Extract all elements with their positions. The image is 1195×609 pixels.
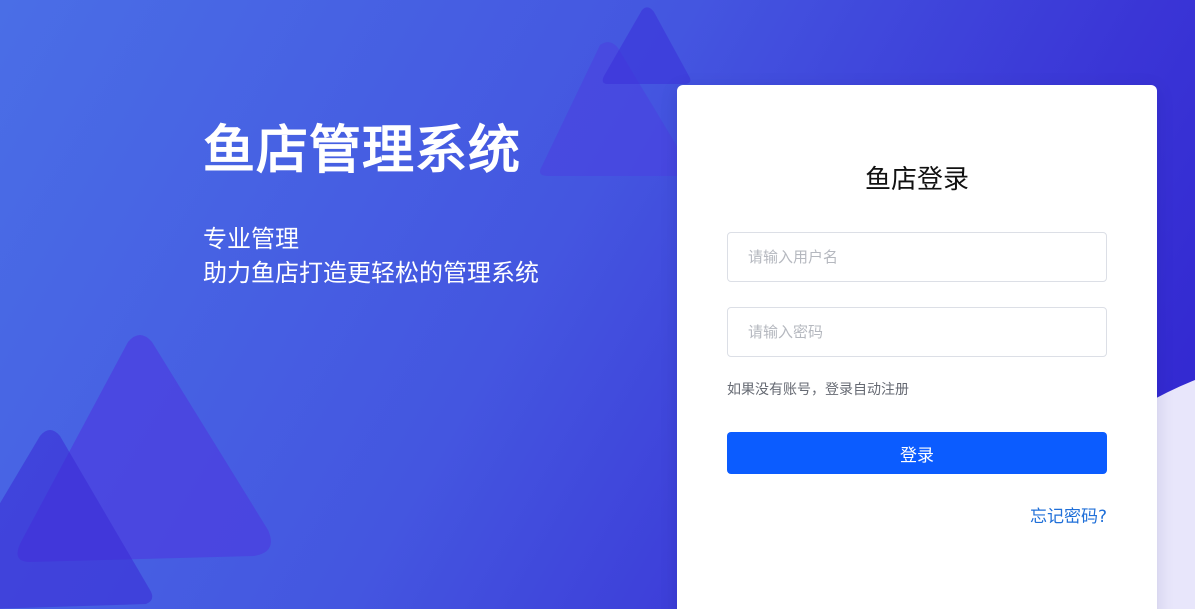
password-input[interactable] <box>728 308 1106 356</box>
username-input[interactable] <box>728 233 1106 281</box>
password-field <box>727 307 1107 357</box>
login-page: 鱼店管理系统 专业管理 助力鱼店打造更轻松的管理系统 鱼店登录 如果没有账号，登… <box>0 0 1195 609</box>
login-button[interactable]: 登录 <box>727 432 1107 474</box>
username-field <box>727 232 1107 282</box>
hero-subtitle-line-2: 助力鱼店打造更轻松的管理系统 <box>203 259 539 287</box>
register-hint: 如果没有账号，登录自动注册 <box>727 382 909 398</box>
hero-subtitle: 专业管理 助力鱼店打造更轻松的管理系统 <box>203 222 539 290</box>
hero-subtitle-line-1: 专业管理 <box>203 225 299 253</box>
forgot-password-link[interactable]: 忘记密码? <box>1030 504 1107 530</box>
login-card: 鱼店登录 如果没有账号，登录自动注册 登录 忘记密码? <box>677 85 1157 609</box>
hero-section: 鱼店管理系统 专业管理 助力鱼店打造更轻松的管理系统 <box>203 118 539 290</box>
login-title: 鱼店登录 <box>864 165 969 195</box>
hero-title: 鱼店管理系统 <box>203 121 522 181</box>
